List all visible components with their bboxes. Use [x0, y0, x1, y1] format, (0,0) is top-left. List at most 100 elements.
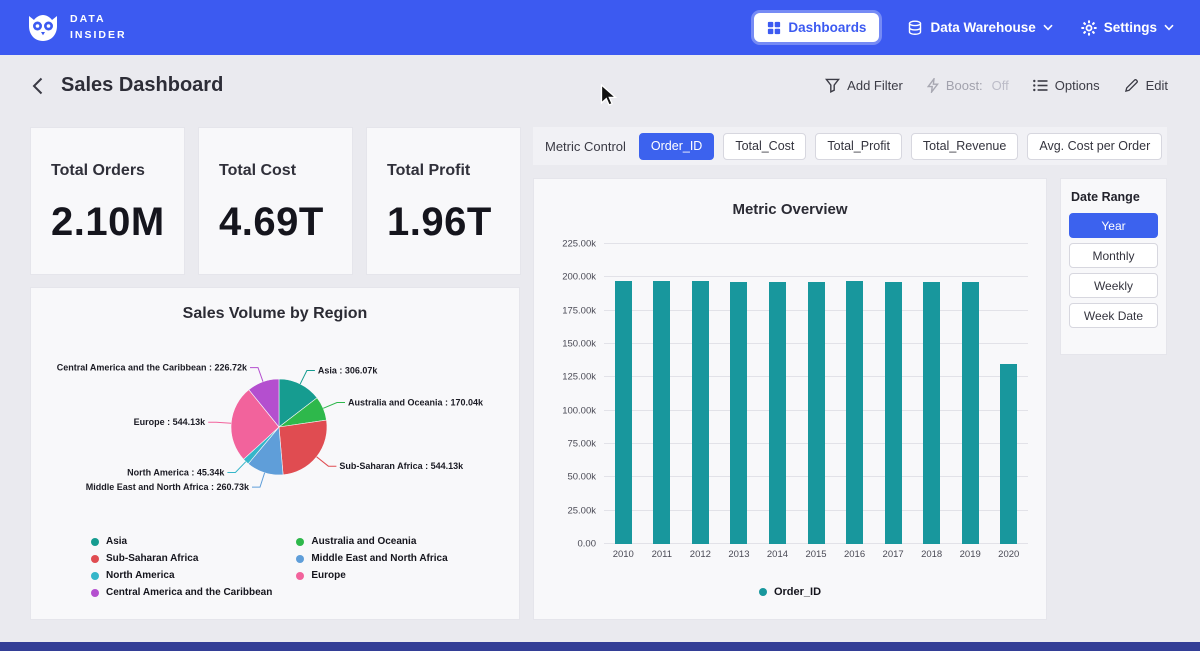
- bar-slot: [989, 244, 1028, 544]
- edit-button[interactable]: Edit: [1124, 78, 1168, 93]
- pie-slice-sub-saharan-africa[interactable]: [279, 420, 327, 475]
- pie-slice-label: Middle East and North Africa : 260.73k: [86, 482, 250, 492]
- bar-slot: [951, 244, 990, 544]
- bar-slot: [681, 244, 720, 544]
- date-range-button-week-date[interactable]: Week Date: [1069, 303, 1158, 328]
- pie-slice-label: Australia and Oceania : 170.04k: [348, 398, 484, 408]
- settings-menu[interactable]: Settings: [1081, 20, 1174, 36]
- legend-label: Europe: [311, 570, 345, 581]
- database-icon: [907, 20, 923, 36]
- bar-2014[interactable]: [769, 282, 786, 544]
- x-axis-label: 2012: [681, 549, 720, 560]
- edit-label: Edit: [1146, 78, 1168, 93]
- boost-toggle[interactable]: Boost: Off: [927, 78, 1009, 93]
- dashboards-label: Dashboards: [788, 20, 866, 35]
- metric-button-total-profit[interactable]: Total_Profit: [815, 133, 902, 160]
- metric-button-avg-cost-per-order[interactable]: Avg. Cost per Order: [1027, 133, 1162, 160]
- bar-2019[interactable]: [962, 282, 979, 544]
- add-filter-button[interactable]: Add Filter: [825, 78, 903, 93]
- date-range-button-year[interactable]: Year: [1069, 213, 1158, 238]
- list-icon: [1033, 79, 1048, 92]
- bar-chart-card: Metric Overview 0.0025.00k50.00k75.00k10…: [533, 178, 1047, 620]
- bar-2013[interactable]: [730, 282, 747, 544]
- bar-slot: [758, 244, 797, 544]
- legend-dot: [91, 589, 99, 597]
- metric-button-total-revenue[interactable]: Total_Revenue: [911, 133, 1018, 160]
- kpi-label: Total Profit: [387, 162, 520, 180]
- legend-dot: [91, 555, 99, 563]
- pie-chart-card: Sales Volume by Region Asia : 306.07k Aus…: [30, 287, 520, 620]
- x-axis-label: 2020: [989, 549, 1028, 560]
- data-warehouse-label: Data Warehouse: [930, 20, 1035, 35]
- bar-plot: 0.0025.00k50.00k75.00k100.00k125.00k150.…: [604, 244, 1028, 544]
- pie-slice-label: Asia : 306.07k: [318, 366, 379, 376]
- gear-icon: [1081, 20, 1097, 36]
- date-range-button-monthly[interactable]: Monthly: [1069, 243, 1158, 268]
- bar-slot: [835, 244, 874, 544]
- kpi-value: 4.69T: [219, 200, 352, 245]
- bar-chart-title: Metric Overview: [534, 201, 1046, 218]
- date-range-buttons: Year Monthly Weekly Week Date: [1069, 213, 1158, 328]
- bar-slot: [643, 244, 682, 544]
- bar-2020[interactable]: [1000, 364, 1017, 544]
- x-axis-label: 2017: [874, 549, 913, 560]
- pie-legend: AsiaSub-Saharan AfricaNorth AmericaCentr…: [31, 536, 519, 598]
- bar-2018[interactable]: [923, 282, 940, 544]
- legend-label: Central America and the Caribbean: [106, 587, 272, 598]
- add-filter-label: Add Filter: [847, 78, 903, 93]
- pie-label-line: [252, 473, 265, 487]
- bolt-icon: [927, 78, 939, 93]
- legend-dot: [296, 572, 304, 580]
- kpi-label: Total Cost: [219, 162, 352, 180]
- pencil-icon: [1124, 78, 1139, 93]
- page-header: Sales Dashboard Add Filter Boost: Off Op…: [30, 74, 1168, 97]
- bar-2017[interactable]: [885, 282, 902, 544]
- legend-label: Australia and Oceania: [311, 536, 416, 547]
- legend-item-europe: Europe: [296, 570, 468, 581]
- page-title: Sales Dashboard: [61, 74, 223, 97]
- bar-2016[interactable]: [846, 281, 863, 544]
- legend-item-sub-saharan-africa: Sub-Saharan Africa: [91, 553, 272, 564]
- bar-2011[interactable]: [653, 281, 670, 544]
- x-axis-label: 2013: [720, 549, 759, 560]
- pie-label-line: [323, 403, 345, 409]
- kpi-value: 2.10M: [51, 200, 184, 245]
- pie-label-line: [227, 462, 245, 473]
- legend-dot: [91, 572, 99, 580]
- brand: DATA INSIDER: [26, 12, 127, 42]
- x-axis-label: 2014: [758, 549, 797, 560]
- date-range-title: Date Range: [1071, 190, 1158, 204]
- legend-dot: [759, 588, 767, 596]
- settings-label: Settings: [1104, 20, 1157, 35]
- grid-icon: [767, 21, 781, 35]
- navbar-menu: Dashboards Data Warehouse: [754, 13, 1174, 42]
- bar-2012[interactable]: [692, 281, 709, 544]
- legend-item-north-america: North America: [91, 570, 272, 581]
- kpi-value: 1.96T: [387, 200, 520, 245]
- pie-slice-label: North America : 45.34k: [127, 468, 225, 478]
- bar-2015[interactable]: [808, 282, 825, 544]
- footer-strip: [0, 642, 1200, 651]
- options-button[interactable]: Options: [1033, 78, 1100, 93]
- x-axis-label: 2018: [912, 549, 951, 560]
- y-axis-tick: 75.00k: [540, 439, 596, 450]
- chevron-left-icon: [32, 77, 43, 95]
- boost-label: Boost:: [946, 78, 983, 93]
- dashboards-button[interactable]: Dashboards: [754, 13, 879, 42]
- metric-button-order-id[interactable]: Order_ID: [639, 133, 714, 160]
- pie-chart-title: Sales Volume by Region: [31, 305, 519, 323]
- x-axis-label: 2015: [797, 549, 836, 560]
- metric-button-total-cost[interactable]: Total_Cost: [723, 133, 806, 160]
- kpi-row: Total Orders2.10MTotal Cost4.69TTotal Pr…: [30, 127, 521, 275]
- bar-2010[interactable]: [615, 281, 632, 544]
- date-range-button-weekly[interactable]: Weekly: [1069, 273, 1158, 298]
- y-axis-tick: 200.00k: [540, 272, 596, 283]
- kpi-card-total-cost: Total Cost 4.69T: [198, 127, 353, 275]
- x-axis-label: 2016: [835, 549, 874, 560]
- x-axis-label: 2011: [643, 549, 682, 560]
- pie-slice-label: Europe : 544.13k: [134, 417, 207, 427]
- back-button[interactable]: [30, 75, 45, 97]
- legend-dot: [91, 538, 99, 546]
- data-warehouse-menu[interactable]: Data Warehouse: [907, 20, 1052, 36]
- pie-slice-label: Sub-Saharan Africa : 544.13k: [339, 461, 464, 471]
